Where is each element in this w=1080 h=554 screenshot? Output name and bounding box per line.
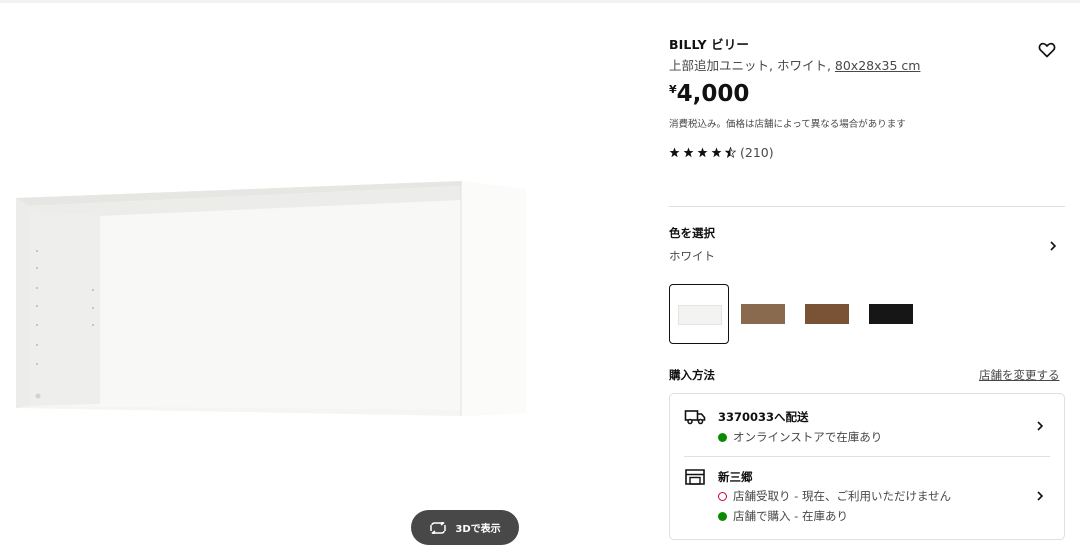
truck-icon — [684, 410, 706, 425]
color-selector[interactable]: 色を選択 ホワイト — [669, 225, 1065, 267]
color-selector-value: ホワイト — [669, 249, 715, 263]
price: ¥ 4,000 — [669, 80, 749, 108]
star-icon — [697, 147, 708, 158]
swatch-white[interactable] — [669, 284, 729, 344]
delivery-status-text: オンラインストアで在庫あり — [733, 430, 883, 444]
delivery-title: 3370033へ配送 — [718, 410, 809, 424]
store-title: 新三郷 — [718, 470, 753, 484]
color-swatches — [669, 284, 929, 344]
view-3d-label: 3Dで表示 — [455, 524, 501, 535]
product-gallery[interactable]: 3Dで表示 — [0, 0, 640, 554]
store-instore-text: 店舗で購入 - 在庫あり — [733, 509, 848, 523]
swatch-black-image — [869, 304, 913, 324]
swatch-white-image — [678, 305, 722, 325]
price-currency: ¥ — [669, 83, 677, 96]
star-rating — [669, 147, 736, 158]
available-dot-icon — [718, 511, 727, 521]
available-dot-icon — [718, 432, 727, 442]
half-star-icon — [725, 147, 736, 158]
price-amount: 4,000 — [676, 81, 750, 107]
product-description-text: 上部追加ユニット, ホワイト, — [669, 58, 835, 73]
color-selector-label: 色を選択 — [669, 226, 715, 240]
product-name: BILLY ビリー — [669, 37, 749, 52]
tax-note: 消費税込み。価格は店舗によって異なる場合があります — [669, 119, 906, 130]
chevron-right-icon — [1037, 421, 1044, 431]
swatch-brown-walnut[interactable] — [797, 284, 857, 344]
review-count: (210) — [740, 145, 774, 160]
delivery-option[interactable]: 3370033へ配送 オンラインストアで在庫あり — [670, 394, 1064, 456]
change-store-link[interactable]: 店舗を変更する — [979, 367, 1060, 383]
star-icon — [683, 147, 694, 158]
star-icon — [711, 147, 722, 158]
purchase-method-label: 購入方法 — [669, 368, 715, 382]
store-instore-status: 店舗で購入 - 在庫あり — [718, 508, 848, 524]
chevron-right-icon — [1050, 241, 1057, 251]
swatch-brown-walnut-image — [805, 304, 849, 324]
swatch-black[interactable] — [861, 284, 921, 344]
product-dimensions-link[interactable]: 80x28x35 cm — [835, 58, 921, 73]
product-image — [16, 181, 526, 416]
swatch-oak-effect[interactable] — [733, 284, 793, 344]
purchase-options: 3370033へ配送 オンラインストアで在庫あり 新三郷 店舗受取り - 現在、… — [669, 393, 1065, 540]
section-divider — [669, 206, 1065, 207]
chevron-right-icon — [1037, 491, 1044, 501]
star-icon — [669, 147, 680, 158]
rotate-3d-icon — [430, 521, 447, 534]
store-pickup-text: 店舗受取り - 現在、ご利用いただけません — [733, 489, 952, 503]
unavailable-dot-icon — [718, 491, 727, 501]
product-description: 上部追加ユニット, ホワイト, 80x28x35 cm — [669, 55, 920, 74]
store-pickup-status: 店舗受取り - 現在、ご利用いただけません — [718, 488, 951, 504]
heart-icon[interactable] — [1037, 40, 1057, 60]
delivery-status: オンラインストアで在庫あり — [718, 429, 882, 445]
swatch-oak-effect-image — [741, 304, 785, 324]
view-3d-button[interactable]: 3Dで表示 — [411, 510, 519, 545]
rating[interactable]: (210) — [669, 145, 774, 160]
store-option[interactable]: 新三郷 店舗受取り - 現在、ご利用いただけません 店舗で購入 - 在庫あり — [670, 456, 1064, 540]
store-icon — [685, 469, 705, 485]
